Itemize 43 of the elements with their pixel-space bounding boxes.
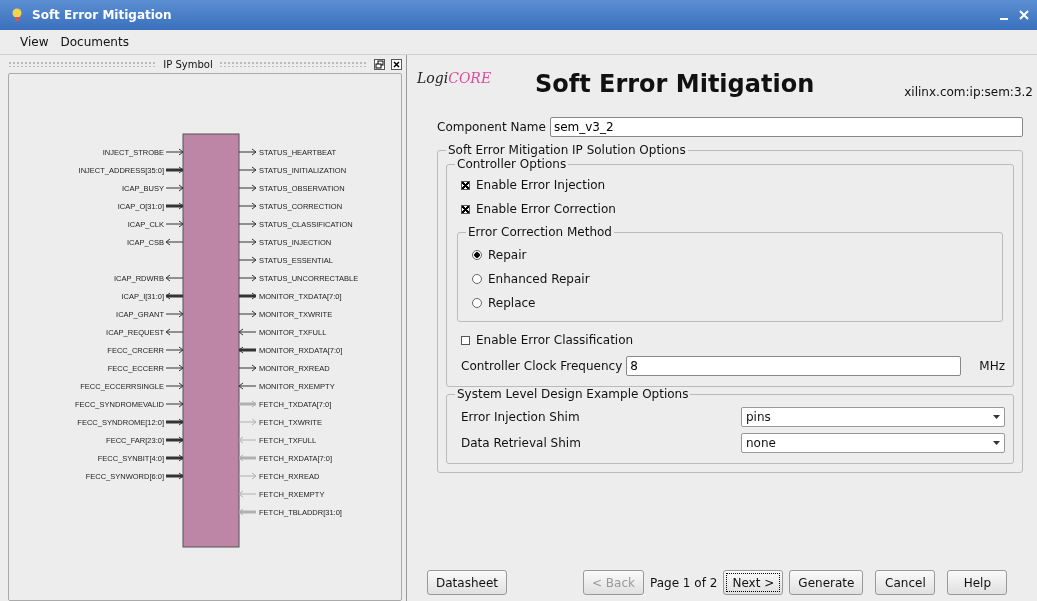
- radio-button[interactable]: [472, 274, 482, 284]
- checkbox-box[interactable]: [461, 204, 470, 214]
- dialog-button[interactable]: Help: [947, 570, 1008, 595]
- radio-option[interactable]: Enhanced Repair: [466, 267, 994, 291]
- window-title: Soft Error Mitigation: [32, 8, 172, 22]
- dropdown[interactable]: none: [741, 433, 1005, 453]
- caret-icon: [993, 441, 1000, 445]
- component-name-field[interactable]: sem_v3_2: [549, 117, 1023, 137]
- checkbox[interactable]: Enable Error Injection: [455, 173, 1005, 197]
- checkbox-box[interactable]: [461, 180, 470, 190]
- logo: LogiCORE: [417, 70, 493, 86]
- dialog-button[interactable]: Next >: [723, 570, 784, 595]
- group-title: Soft Error Mitigation IP Solution Options: [447, 143, 687, 157]
- caret-icon: [993, 415, 1000, 419]
- menu-item[interactable]: View: [20, 35, 49, 49]
- group-title: System Level Design Example Options: [456, 387, 690, 401]
- dialog-button[interactable]: Datasheet: [427, 570, 507, 595]
- ip-identifier: xilinx.com:ip:sem:3.2: [904, 85, 1033, 99]
- menu-item[interactable]: Documents: [60, 35, 129, 49]
- field-label: Data Retrieval Shim: [461, 436, 582, 450]
- panel-title: IP Symbol: [163, 58, 213, 70]
- dialog-button[interactable]: Generate: [789, 570, 864, 595]
- group-title: Error Correction Method: [467, 225, 613, 239]
- dialog-button[interactable]: Cancel: [875, 570, 936, 595]
- page-heading: Soft Error Mitigation: [535, 70, 815, 98]
- field-label: Error Injection Shim: [461, 410, 581, 424]
- radio-option[interactable]: Repair: [466, 243, 994, 267]
- checkbox[interactable]: Enable Error Correction: [455, 197, 1005, 221]
- close-icon[interactable]: [391, 58, 402, 70]
- radio-button[interactable]: [472, 298, 482, 308]
- radio-button[interactable]: [472, 250, 482, 260]
- clock-frequency-field[interactable]: 8: [626, 356, 962, 376]
- lightbulb-icon: [12, 8, 22, 22]
- checkbox[interactable]: Enable Error Classification: [455, 328, 1005, 352]
- radio-option[interactable]: Replace: [466, 291, 994, 315]
- field-label: Component Name: [437, 120, 546, 134]
- dropdown[interactable]: pins: [741, 407, 1005, 427]
- unit-label: MHz: [978, 359, 1005, 373]
- checkbox-box[interactable]: [461, 335, 470, 345]
- field-label: Controller Clock Frequency: [461, 359, 623, 373]
- group-title: Controller Options: [456, 157, 568, 171]
- restore-icon[interactable]: [374, 58, 385, 70]
- page-indicator: Page 1 of 2: [650, 575, 718, 590]
